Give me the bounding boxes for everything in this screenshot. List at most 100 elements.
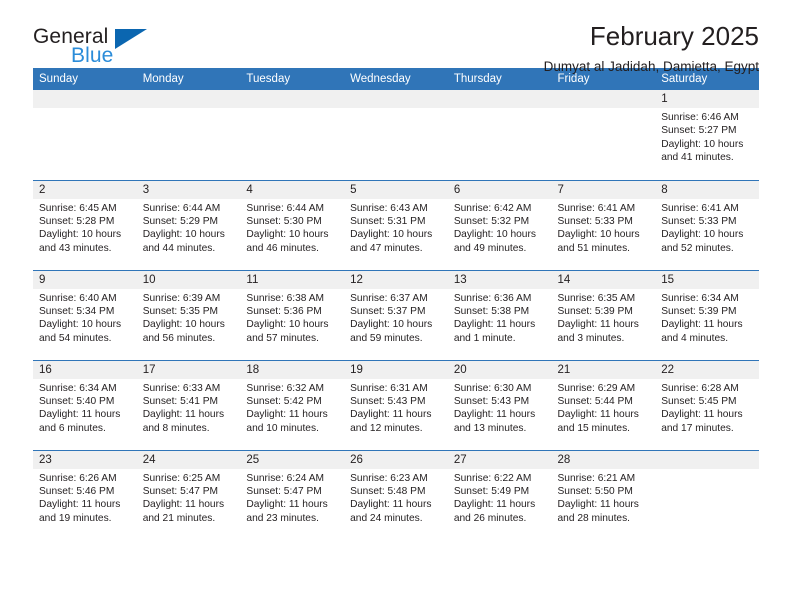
day-cell[interactable]: 17 Sunrise: 6:33 AM Sunset: 5:41 PM Dayl… — [136, 359, 241, 450]
day-cell[interactable]: 6 Sunrise: 6:42 AM Sunset: 5:32 PM Dayli… — [447, 179, 552, 270]
day-cell[interactable]: 28 Sunrise: 6:21 AM Sunset: 5:50 PM Dayl… — [551, 449, 656, 540]
day-number: 6 — [447, 180, 552, 199]
day-number: 22 — [655, 360, 759, 379]
day-cell[interactable]: 24 Sunrise: 6:25 AM Sunset: 5:47 PM Dayl… — [136, 449, 241, 540]
day-number — [447, 90, 552, 108]
sunrise-text: Sunrise: 6:34 AM — [39, 382, 117, 394]
day-number: 8 — [655, 180, 759, 199]
day-cell[interactable]: 25 Sunrise: 6:24 AM Sunset: 5:47 PM Dayl… — [240, 449, 345, 540]
day-number — [655, 450, 759, 469]
daylight-text-line1: Daylight: 11 hours — [39, 499, 121, 511]
day-info: Sunrise: 6:38 AM Sunset: 5:36 PM Dayligh… — [240, 289, 344, 346]
day-cell[interactable]: 10 Sunrise: 6:39 AM Sunset: 5:35 PM Dayl… — [136, 269, 241, 360]
calendar-week-row: 1 Sunrise: 6:46 AM Sunset: 5:27 PM Dayli… — [33, 90, 759, 180]
day-info: Sunrise: 6:41 AM Sunset: 5:33 PM Dayligh… — [655, 199, 759, 256]
sunset-text: Sunset: 5:43 PM — [453, 395, 530, 407]
logo-text-general: General — [33, 25, 109, 48]
day-cell[interactable]: 5 Sunrise: 6:43 AM Sunset: 5:31 PM Dayli… — [344, 179, 448, 270]
sunrise-text: Sunrise: 6:37 AM — [350, 292, 428, 304]
day-cell[interactable]: 27 Sunrise: 6:22 AM Sunset: 5:49 PM Dayl… — [447, 449, 552, 540]
day-number: 2 — [33, 180, 137, 199]
day-cell[interactable]: 12 Sunrise: 6:37 AM Sunset: 5:37 PM Dayl… — [344, 269, 448, 360]
day-info: Sunrise: 6:44 AM Sunset: 5:30 PM Dayligh… — [240, 199, 344, 256]
daylight-text-line1: Daylight: 10 hours — [350, 319, 433, 331]
sunrise-text: Sunrise: 6:22 AM — [453, 472, 532, 484]
daylight-text-line1: Daylight: 10 hours — [142, 319, 225, 331]
weekday-header-wednesday: Wednesday — [344, 68, 448, 90]
sunset-text: Sunset: 5:39 PM — [557, 305, 633, 317]
sunset-text: Sunset: 5:37 PM — [350, 305, 426, 317]
day-cell[interactable]: 22 Sunrise: 6:28 AM Sunset: 5:45 PM Dayl… — [655, 359, 759, 450]
day-number — [240, 90, 345, 108]
day-number: 7 — [551, 180, 656, 199]
day-cell[interactable]: 13 Sunrise: 6:36 AM Sunset: 5:38 PM Dayl… — [447, 269, 552, 360]
day-cell[interactable]: 11 Sunrise: 6:38 AM Sunset: 5:36 PM Dayl… — [240, 269, 345, 360]
day-cell[interactable]: 19 Sunrise: 6:31 AM Sunset: 5:43 PM Dayl… — [344, 359, 448, 450]
daylight-text-line2: and 1 minute. — [453, 332, 516, 344]
day-cell[interactable] — [344, 90, 448, 180]
calendar-week-row: 2 Sunrise: 6:45 AM Sunset: 5:28 PM Dayli… — [33, 179, 759, 270]
daylight-text-line2: and 15 minutes. — [557, 422, 631, 434]
day-info: Sunrise: 6:24 AM Sunset: 5:47 PM Dayligh… — [240, 469, 344, 526]
day-cell[interactable]: 2 Sunrise: 6:45 AM Sunset: 5:28 PM Dayli… — [33, 179, 137, 270]
day-info: Sunrise: 6:35 AM Sunset: 5:39 PM Dayligh… — [552, 289, 656, 346]
daylight-text-line2: and 17 minutes. — [661, 422, 734, 434]
day-cell[interactable]: 7 Sunrise: 6:41 AM Sunset: 5:33 PM Dayli… — [551, 179, 656, 270]
day-cell[interactable]: 14 Sunrise: 6:35 AM Sunset: 5:39 PM Dayl… — [551, 269, 656, 360]
day-cell[interactable]: 4 Sunrise: 6:44 AM Sunset: 5:30 PM Dayli… — [240, 179, 345, 270]
day-cell[interactable] — [655, 449, 759, 540]
day-cell[interactable] — [33, 90, 137, 180]
daylight-text-line1: Daylight: 11 hours — [557, 319, 639, 331]
calendar-page: General Blue February 2025 Dumyat al Jad… — [0, 0, 792, 612]
day-info: Sunrise: 6:40 AM Sunset: 5:34 PM Dayligh… — [33, 289, 137, 346]
daylight-text-line1: Daylight: 11 hours — [350, 499, 432, 511]
day-cell[interactable]: 18 Sunrise: 6:32 AM Sunset: 5:42 PM Dayl… — [240, 359, 345, 450]
daylight-text-line1: Daylight: 11 hours — [39, 409, 121, 421]
daylight-text-line2: and 24 minutes. — [350, 512, 423, 524]
day-cell[interactable]: 8 Sunrise: 6:41 AM Sunset: 5:33 PM Dayli… — [655, 179, 759, 270]
day-number: 23 — [33, 450, 137, 469]
day-cell[interactable]: 23 Sunrise: 6:26 AM Sunset: 5:46 PM Dayl… — [33, 449, 137, 540]
daylight-text-line1: Daylight: 11 hours — [557, 409, 639, 421]
daylight-text-line2: and 52 minutes. — [661, 242, 734, 254]
day-cell[interactable] — [551, 90, 656, 180]
calendar-week-row: 23 Sunrise: 6:26 AM Sunset: 5:46 PM Dayl… — [33, 449, 759, 540]
daylight-text-line2: and 28 minutes. — [557, 512, 631, 524]
day-info — [448, 108, 552, 111]
sunset-text: Sunset: 5:42 PM — [246, 395, 322, 407]
daylight-text-line1: Daylight: 11 hours — [142, 499, 225, 511]
daylight-text-line1: Daylight: 11 hours — [557, 499, 639, 511]
day-number: 12 — [344, 270, 448, 289]
day-cell[interactable]: 3 Sunrise: 6:44 AM Sunset: 5:29 PM Dayli… — [136, 179, 241, 270]
day-cell[interactable]: 26 Sunrise: 6:23 AM Sunset: 5:48 PM Dayl… — [344, 449, 448, 540]
daylight-text-line1: Daylight: 11 hours — [350, 409, 432, 421]
day-info: Sunrise: 6:36 AM Sunset: 5:38 PM Dayligh… — [448, 289, 552, 346]
sunrise-text: Sunrise: 6:21 AM — [557, 472, 636, 484]
sunrise-text: Sunrise: 6:33 AM — [142, 382, 221, 394]
logo-text-blue: Blue — [71, 44, 114, 67]
day-cell[interactable]: 15 Sunrise: 6:34 AM Sunset: 5:39 PM Dayl… — [655, 269, 759, 360]
daylight-text-line2: and 23 minutes. — [246, 512, 319, 524]
daylight-text-line1: Daylight: 10 hours — [39, 319, 122, 331]
sunrise-text: Sunrise: 6:38 AM — [246, 292, 324, 304]
weekday-header-monday: Monday — [136, 68, 241, 90]
day-cell[interactable] — [136, 90, 241, 180]
sunset-text: Sunset: 5:44 PM — [557, 395, 633, 407]
day-cell[interactable]: 9 Sunrise: 6:40 AM Sunset: 5:34 PM Dayli… — [33, 269, 137, 360]
day-cell[interactable]: 16 Sunrise: 6:34 AM Sunset: 5:40 PM Dayl… — [33, 359, 137, 450]
calendar-grid: Sunday Monday Tuesday Wednesday Thursday… — [33, 68, 759, 540]
day-cell[interactable] — [447, 90, 552, 180]
daylight-text-line1: Daylight: 10 hours — [661, 229, 744, 241]
daylight-text-line1: Daylight: 10 hours — [246, 319, 329, 331]
daylight-text-line2: and 46 minutes. — [246, 242, 319, 254]
daylight-text-line2: and 44 minutes. — [142, 242, 216, 254]
page-header: General Blue February 2025 Dumyat al Jad… — [33, 0, 759, 74]
sunrise-text: Sunrise: 6:44 AM — [246, 202, 324, 214]
day-cell[interactable]: 20 Sunrise: 6:30 AM Sunset: 5:43 PM Dayl… — [447, 359, 552, 450]
day-cell[interactable] — [240, 90, 345, 180]
day-info — [240, 108, 344, 111]
sunset-text: Sunset: 5:29 PM — [142, 215, 219, 227]
day-cell[interactable]: 21 Sunrise: 6:29 AM Sunset: 5:44 PM Dayl… — [551, 359, 656, 450]
day-cell[interactable]: 1 Sunrise: 6:46 AM Sunset: 5:27 PM Dayli… — [655, 90, 759, 180]
day-info: Sunrise: 6:25 AM Sunset: 5:47 PM Dayligh… — [137, 469, 241, 526]
